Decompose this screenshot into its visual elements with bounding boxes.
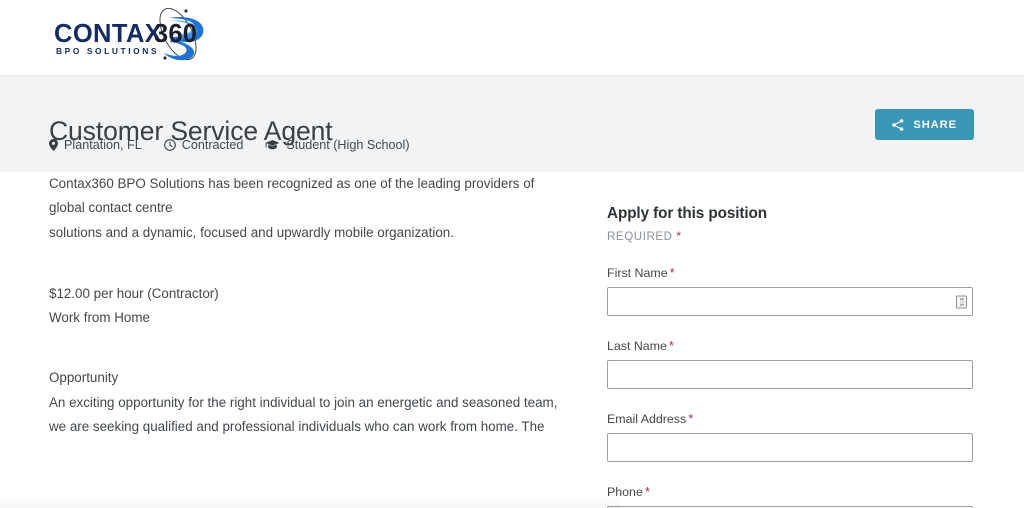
first-name-required-asterisk: * xyxy=(669,265,675,280)
svg-text:360: 360 xyxy=(154,20,197,48)
last-name-required-asterisk: * xyxy=(668,338,674,353)
application-form: Apply for this position REQUIRED * First… xyxy=(607,172,974,508)
intro-paragraph: Contax360 BPO Solutions has been recogni… xyxy=(49,172,589,245)
last-name-label: Last Name * xyxy=(607,338,974,353)
contax360-logo-icon: CONTAX 360 BPO SOLUTIONS xyxy=(54,8,204,61)
phone-field-group: Phone * xyxy=(607,484,974,508)
first-name-field-group: First Name * xyxy=(607,265,974,316)
job-description-column: Contax360 BPO Solutions has been recogni… xyxy=(49,172,589,439)
email-input[interactable] xyxy=(607,433,973,462)
email-input-wrap xyxy=(607,433,974,462)
scroll-shadow xyxy=(0,492,620,508)
job-meta-location: Plantation, FL xyxy=(49,138,142,152)
last-name-label-text: Last Name xyxy=(607,339,667,353)
job-meta-location-label: Plantation, FL xyxy=(64,138,142,152)
job-meta-row: Plantation, FL Contracted Student (High … xyxy=(49,138,432,152)
last-name-input-wrap xyxy=(607,360,974,389)
email-field-group: Email Address * xyxy=(607,411,974,462)
first-name-label-text: First Name xyxy=(607,266,668,280)
map-pin-icon xyxy=(49,139,58,151)
work-location-line: Work from Home xyxy=(49,310,150,326)
job-meta-education-label: Student (High School) xyxy=(286,138,410,152)
opportunity-line-1: An exciting opportunity for the right in… xyxy=(49,394,558,410)
intro-line-2: global contact centre xyxy=(49,200,173,216)
page-content: Contax360 BPO Solutions has been recogni… xyxy=(0,172,1024,508)
phone-label: Phone * xyxy=(607,484,974,499)
opportunity-paragraph: Opportunity An exciting opportunity for … xyxy=(49,366,589,439)
autofill-contact-icon[interactable] xyxy=(956,295,967,308)
graduation-cap-icon xyxy=(265,139,280,151)
job-title-band: Customer Service Agent Plantation, FL Co… xyxy=(0,75,1024,172)
clock-icon xyxy=(163,139,176,151)
site-header: CONTAX 360 BPO SOLUTIONS xyxy=(0,0,1024,75)
required-note-label: REQUIRED xyxy=(607,230,673,243)
paragraph-spacer-2 xyxy=(49,330,589,366)
last-name-input[interactable] xyxy=(607,360,973,389)
opportunity-heading: Opportunity xyxy=(49,370,119,386)
job-posting-page: CONTAX 360 BPO SOLUTIONS Customer Servic… xyxy=(0,0,1024,508)
phone-label-text: Phone xyxy=(607,485,643,499)
job-meta-type-label: Contracted xyxy=(181,138,244,152)
share-icon xyxy=(892,118,904,131)
form-heading: Apply for this position xyxy=(607,205,768,222)
phone-required-asterisk: * xyxy=(644,484,650,499)
required-note: REQUIRED * xyxy=(607,229,974,243)
required-asterisk: * xyxy=(676,229,682,243)
svg-text:BPO SOLUTIONS: BPO SOLUTIONS xyxy=(56,46,159,56)
first-name-label: First Name * xyxy=(607,265,974,280)
email-label-text: Email Address xyxy=(607,412,687,426)
intro-line-1: Contax360 BPO Solutions has been recogni… xyxy=(49,176,535,191)
job-meta-type: Contracted xyxy=(163,138,244,152)
email-label: Email Address * xyxy=(607,411,974,426)
job-meta-education: Student (High School) xyxy=(265,138,410,152)
first-name-input[interactable] xyxy=(607,287,973,316)
contax360-logo[interactable]: CONTAX 360 BPO SOLUTIONS xyxy=(46,8,246,64)
email-required-asterisk: * xyxy=(688,411,694,426)
last-name-field-group: Last Name * xyxy=(607,338,974,389)
paragraph-spacer-1 xyxy=(49,245,589,282)
svg-text:CONTAX: CONTAX xyxy=(54,20,162,48)
opportunity-line-2: we are seeking qualified and professiona… xyxy=(49,419,545,435)
first-name-input-wrap xyxy=(607,287,974,316)
pay-rate-line: $12.00 per hour (Contractor) xyxy=(49,285,219,301)
compensation-paragraph: $12.00 per hour (Contractor) Work from H… xyxy=(49,282,589,331)
intro-line-3: solutions and a dynamic, focused and upw… xyxy=(49,224,454,240)
share-button[interactable]: SHARE xyxy=(875,109,974,140)
share-button-label: SHARE xyxy=(913,118,957,131)
